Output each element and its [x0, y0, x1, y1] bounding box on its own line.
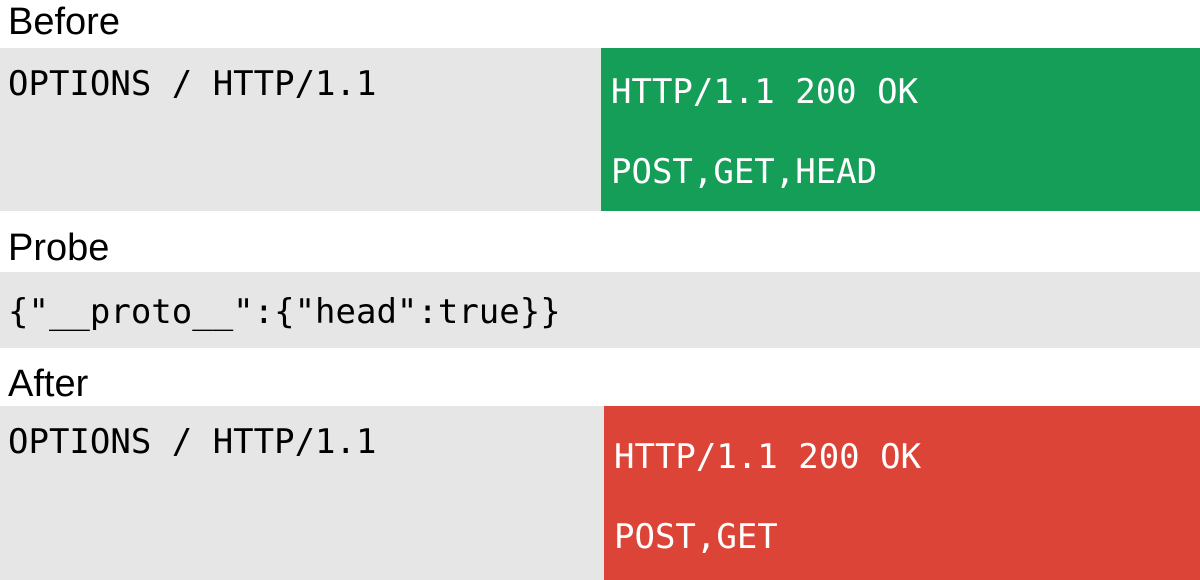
probe-payload: {"__proto__":{"head":true}} [8, 292, 561, 332]
after-response-status: HTTP/1.1 200 OK [614, 437, 922, 477]
after-heading: After [8, 363, 89, 405]
probe-block: {"__proto__":{"head":true}} [0, 272, 1200, 348]
comparison-diagram: Before OPTIONS / HTTP/1.1 HTTP/1.1 200 O… [0, 0, 1200, 580]
before-exchange: OPTIONS / HTTP/1.1 HTTP/1.1 200 OK POST,… [0, 48, 1200, 211]
after-response-allowed-methods: POST,GET [614, 517, 778, 557]
after-response-panel: HTTP/1.1 200 OK POST,GET [604, 406, 1200, 580]
before-response-allowed-methods: POST,GET,HEAD [611, 152, 878, 192]
probe-heading: Probe [8, 227, 110, 269]
before-heading: Before [8, 1, 120, 43]
before-response-panel: HTTP/1.1 200 OK POST,GET,HEAD [601, 48, 1200, 211]
after-exchange: OPTIONS / HTTP/1.1 HTTP/1.1 200 OK POST,… [0, 406, 1200, 580]
after-request-line: OPTIONS / HTTP/1.1 [8, 422, 377, 462]
before-response-status: HTTP/1.1 200 OK [611, 72, 919, 112]
before-request-line: OPTIONS / HTTP/1.1 [8, 64, 377, 104]
